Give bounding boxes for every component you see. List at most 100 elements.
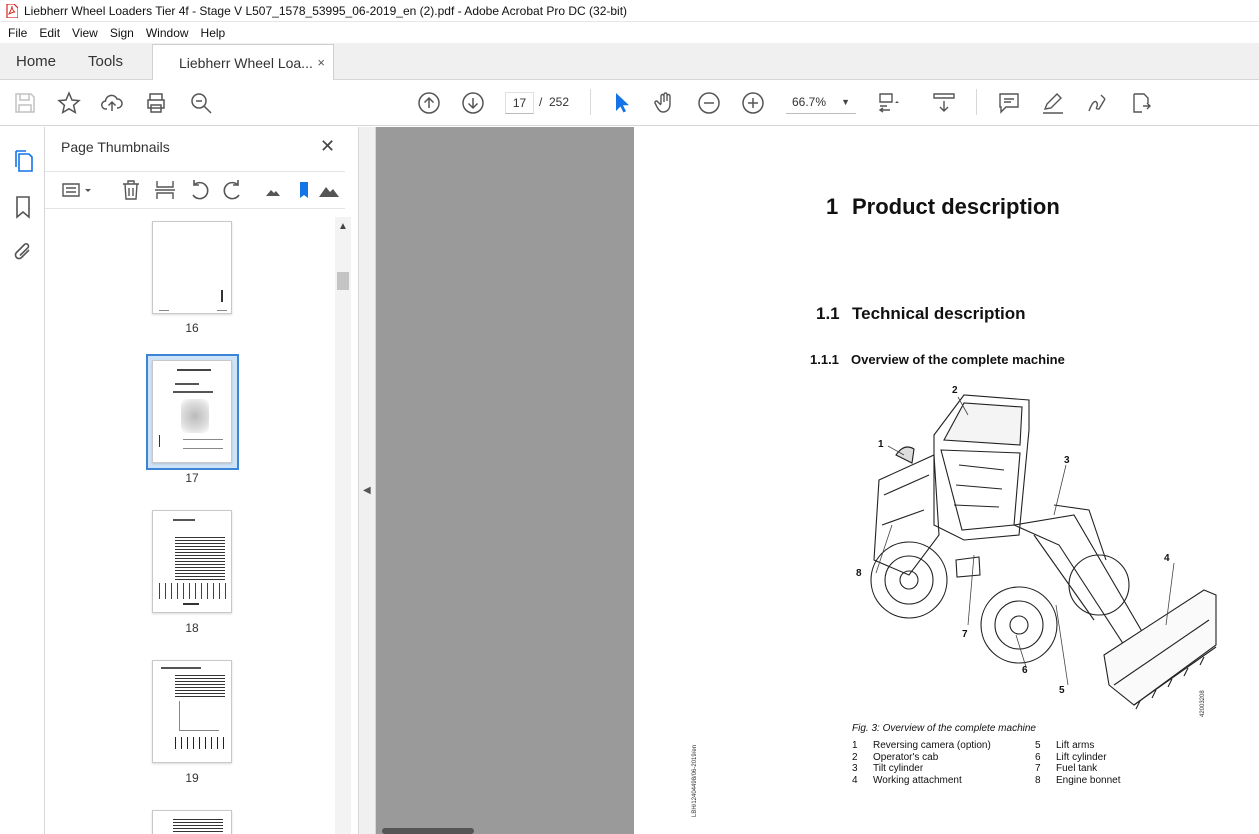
callout-1: 1 [878, 439, 884, 450]
thumbnail-larger-icon[interactable] [318, 179, 340, 201]
horizontal-scrollbar-thumb[interactable] [382, 828, 474, 834]
prev-page-icon[interactable] [417, 91, 441, 115]
toolbar-divider [976, 89, 977, 115]
legend-item: 2 Operator's cab [852, 751, 939, 763]
tab-home[interactable]: Home [0, 43, 74, 79]
legend-right: 5 Lift arms 6 Lift cylinder 7 Fuel tank 8 En… [1035, 740, 1121, 786]
figure-code: 42003208 [1200, 690, 1206, 717]
page-total: 252 [549, 95, 570, 109]
subsection-heading: 1.1.1 Overview of the complete machine [810, 352, 1065, 367]
menu-view[interactable]: View [66, 26, 104, 40]
rotate-clockwise-icon[interactable] [222, 179, 244, 201]
zoom-out-icon[interactable] [697, 91, 721, 115]
menu-window[interactable]: Window [140, 26, 195, 40]
thumbnail-page[interactable] [152, 660, 232, 763]
figure-caption: Fig. 3: Overview of the complete machine [852, 723, 1036, 734]
save-icon[interactable] [13, 91, 37, 115]
share-tools-icon[interactable] [1129, 91, 1153, 115]
document-code: LBH/12404498/06-2019/en [692, 744, 698, 817]
tab-bar: Home Tools Liebherr Wheel Loa... × [0, 43, 1259, 80]
zoom-in-icon[interactable] [741, 91, 765, 115]
chevron-left-icon[interactable]: ◀ [363, 485, 371, 496]
rotate-counterclockwise-icon[interactable] [188, 179, 210, 201]
thumbnail-page-selected[interactable] [152, 360, 232, 463]
thumbnails-panel: Page Thumbnails ✕ 16 17 18 19 ▲ [45, 127, 358, 834]
callout-7: 7 [962, 629, 968, 640]
highlight-pen-icon[interactable] [1041, 91, 1065, 115]
callout-4: 4 [1164, 553, 1170, 564]
legend-item: 1 Reversing camera (option) [852, 740, 991, 751]
legend-item: 5 Lift arms [1035, 740, 1095, 751]
thumbnail-smaller-icon[interactable] [262, 179, 284, 201]
attachment-icon[interactable] [11, 240, 35, 264]
menu-bar: File Edit View Sign Window Help [0, 22, 1259, 43]
scrollbar-thumb[interactable] [337, 272, 349, 290]
menu-sign[interactable]: Sign [104, 26, 140, 40]
callout-2: 2 [952, 385, 958, 396]
legend-item: 7 Fuel tank [1035, 763, 1098, 774]
main-toolbar: 17 / 252 66.7% ▼ [0, 80, 1259, 126]
options-menu-icon[interactable] [61, 179, 93, 201]
bookmark-icon[interactable] [11, 195, 35, 219]
section-heading: 1.1 Technical description [816, 304, 1026, 323]
page-thumbnails-icon[interactable] [11, 149, 35, 173]
page-number-input[interactable]: 17 [505, 92, 534, 114]
thumbnail-page[interactable] [152, 810, 232, 834]
callout-8: 8 [856, 568, 862, 579]
zoom-level-select[interactable]: 66.7% ▼ [786, 92, 856, 114]
zoom-search-icon[interactable] [189, 91, 213, 115]
acrobat-icon [6, 3, 18, 18]
tab-tools[interactable]: Tools [74, 43, 152, 79]
tab-document[interactable]: Liebherr Wheel Loa... × [152, 44, 334, 80]
thumbnail-toolbar [45, 171, 345, 209]
thumbnail-label: 19 [185, 771, 199, 785]
pdf-page: 1 Product description 1.1 Technical descri… [634, 127, 1259, 834]
toolbar-divider [590, 89, 591, 115]
callout-3: 3 [1064, 455, 1070, 466]
upload-cloud-icon[interactable] [100, 91, 124, 115]
bookmark-marker-icon[interactable] [293, 179, 315, 201]
legend-item: 6 Lift cylinder [1035, 751, 1107, 763]
wheel-loader-illustration [870, 394, 1217, 710]
sign-icon[interactable] [1085, 91, 1109, 115]
document-view[interactable]: 1 Product description 1.1 Technical descri… [376, 127, 1259, 834]
insert-page-icon[interactable] [154, 179, 176, 201]
page-separator: / [539, 95, 543, 109]
delete-page-icon[interactable] [120, 179, 142, 201]
hand-tool-icon[interactable] [653, 91, 677, 115]
page-fit-icon[interactable] [877, 91, 901, 115]
thumbnail-page[interactable] [152, 510, 232, 613]
thumbnail-scrollbar[interactable]: ▲ [335, 217, 351, 834]
menu-file[interactable]: File [2, 26, 33, 40]
thumbnail-page[interactable] [152, 221, 232, 314]
thumbnail-label: 16 [185, 321, 199, 335]
panel-collapse-gutter[interactable]: ◀ [358, 127, 376, 834]
thumbnail-list: 16 17 18 19 [45, 217, 335, 834]
next-page-icon[interactable] [461, 91, 485, 115]
scroll-up-icon[interactable]: ▲ [338, 221, 348, 232]
chevron-down-icon: ▼ [841, 97, 850, 107]
chapter-heading: 1 Product description [826, 194, 1060, 219]
tab-close-icon[interactable]: × [317, 55, 325, 70]
panel-close-icon[interactable]: ✕ [320, 136, 335, 157]
left-rail [0, 127, 45, 834]
thumbnail-label: 17 [185, 471, 199, 485]
comment-icon[interactable] [997, 91, 1021, 115]
callout-5: 5 [1059, 685, 1065, 696]
panel-title: Page Thumbnails [61, 139, 170, 155]
print-icon[interactable] [144, 91, 168, 115]
legend-item: 3 Tilt cylinder [852, 763, 924, 774]
select-pointer-icon[interactable] [609, 91, 633, 115]
tab-document-label: Liebherr Wheel Loa... [179, 54, 313, 71]
menu-edit[interactable]: Edit [33, 26, 66, 40]
menu-help[interactable]: Help [195, 26, 232, 40]
thumbnail-label: 18 [185, 621, 199, 635]
window-title: Liebherr Wheel Loaders Tier 4f - Stage V… [24, 3, 628, 18]
scroll-mode-icon[interactable] [932, 91, 956, 115]
title-bar: Liebherr Wheel Loaders Tier 4f - Stage V… [0, 0, 1259, 22]
legend-left: 1 Reversing camera (option) 2 Operator's c… [852, 740, 991, 786]
star-icon[interactable] [57, 91, 81, 115]
legend-item: 8 Engine bonnet [1035, 774, 1121, 786]
legend-item: 4 Working attachment [852, 774, 962, 786]
zoom-level-value: 66.7% [792, 95, 827, 109]
